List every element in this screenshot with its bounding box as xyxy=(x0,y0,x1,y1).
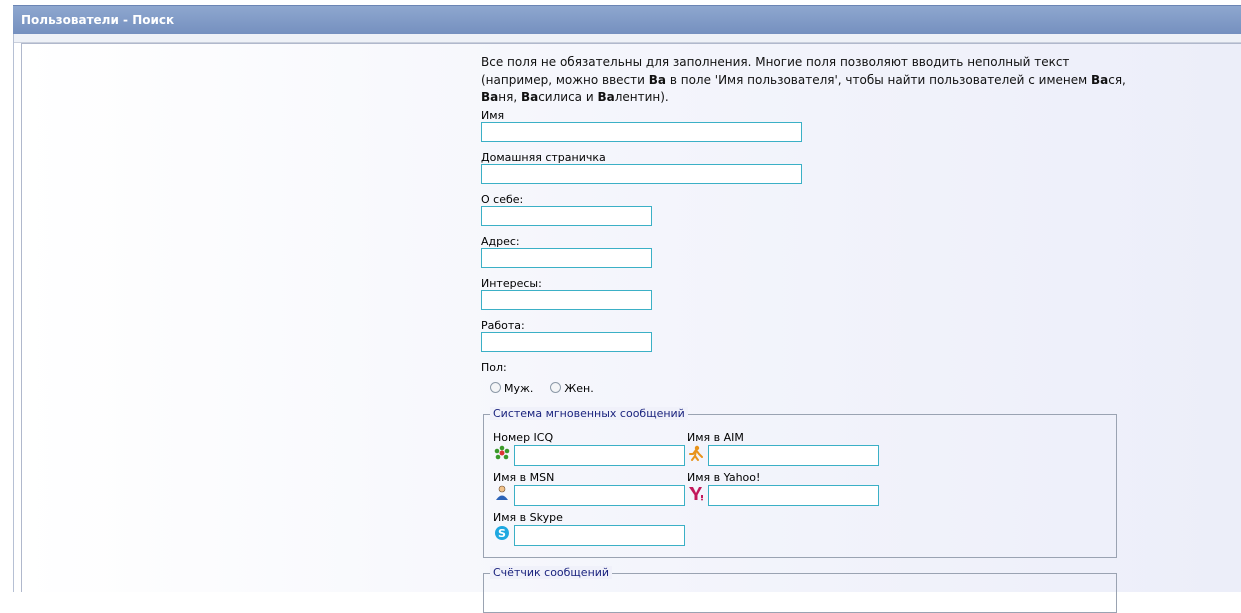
about-label: О себе: xyxy=(481,193,524,206)
intro-segment: в поле 'Имя пользователя', чтобы найти п… xyxy=(666,72,1091,87)
intro-segment: ся, xyxy=(1108,72,1126,87)
homepage-input[interactable] xyxy=(481,164,802,184)
aim-icon xyxy=(689,445,703,461)
yahoo-icon xyxy=(689,487,703,501)
gender-male-radio[interactable] xyxy=(490,382,501,393)
interests-input[interactable] xyxy=(481,290,652,310)
interests-label: Интересы: xyxy=(481,277,542,290)
name-label: Имя xyxy=(481,109,505,122)
posts-legend: Счётчик сообщений xyxy=(490,566,613,579)
svg-text:S: S xyxy=(498,527,506,540)
address-label: Адрес: xyxy=(481,235,520,248)
gender-female-label[interactable]: Жен. xyxy=(564,382,593,395)
msn-input[interactable] xyxy=(514,485,685,506)
skype-icon: S xyxy=(495,526,509,540)
frame-border xyxy=(13,34,14,592)
work-label: Работа: xyxy=(481,319,525,332)
gender-options: Муж. Жен. xyxy=(490,382,594,395)
address-input[interactable] xyxy=(481,248,652,268)
intro-segment: ня, xyxy=(498,90,521,104)
window-title: Пользователи - Поиск xyxy=(21,13,175,27)
icq-icon xyxy=(494,445,510,460)
name-input[interactable] xyxy=(481,122,802,142)
intro-segment: Ва xyxy=(1090,72,1109,87)
intro-segment: Ва xyxy=(481,90,499,104)
skype-input[interactable] xyxy=(514,525,685,546)
icq-input[interactable] xyxy=(514,445,685,466)
sub-header-bar xyxy=(14,34,1241,43)
intro-segment: лентин). xyxy=(614,90,669,104)
intro-text: Все поля не обязательны для заполнения. … xyxy=(481,54,1131,107)
yahoo-label: Имя в Yahoo! xyxy=(687,471,761,484)
gender-female-radio[interactable] xyxy=(550,382,562,393)
work-input[interactable] xyxy=(481,332,652,352)
intro-segment: Ва xyxy=(648,72,667,87)
yahoo-input[interactable] xyxy=(708,485,879,506)
gender-male-label[interactable]: Муж. xyxy=(504,382,533,395)
intro-segment: силиса и xyxy=(538,90,598,104)
about-input[interactable] xyxy=(481,206,652,226)
im-fieldset: Система мгновенных сообщений Номер ICQ И… xyxy=(483,407,1117,558)
window-title-bar: Пользователи - Поиск xyxy=(13,5,1241,34)
posts-fieldset: Счётчик сообщений xyxy=(483,566,1117,613)
msn-label: Имя в MSN xyxy=(493,471,555,484)
intro-segment: Ва xyxy=(597,90,615,104)
intro-segment: Ва xyxy=(520,90,539,104)
msn-icon xyxy=(496,485,508,500)
gender-label: Пол: xyxy=(481,361,507,374)
homepage-label: Домашняя страничка xyxy=(481,151,606,164)
icq-label: Номер ICQ xyxy=(493,431,554,444)
aim-input[interactable] xyxy=(708,445,879,466)
skype-label: Имя в Skype xyxy=(493,511,563,524)
aim-label: Имя в AIM xyxy=(687,431,744,444)
im-legend: Система мгновенных сообщений xyxy=(490,407,688,420)
